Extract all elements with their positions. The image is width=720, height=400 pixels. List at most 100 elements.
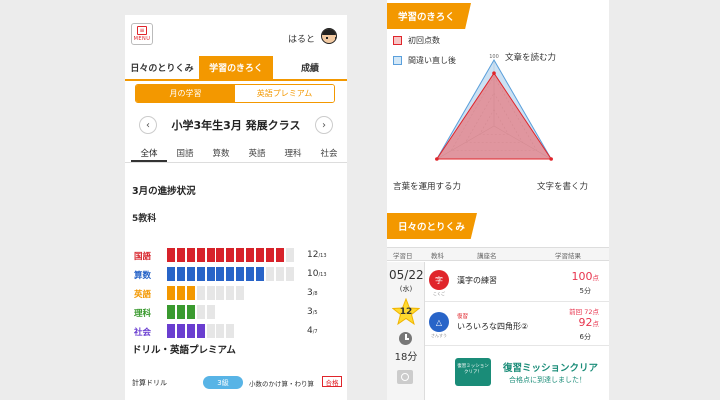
progress-bar: [167, 267, 296, 281]
progress-cell: [256, 267, 265, 281]
drill-title: ドリル・英語プレミアム: [132, 345, 236, 356]
progress-cell: [275, 267, 284, 281]
tab-daily[interactable]: 日々のとりくみ: [125, 56, 199, 79]
subject-tab-japanese[interactable]: 国語: [167, 143, 203, 162]
lesson-row[interactable]: 字 こくご 漢字の練習 100点 5分: [425, 262, 609, 302]
progress-cell: [256, 248, 265, 262]
class-name: 小学3年生3月 発展クラス: [171, 119, 301, 132]
study-date: 05/22 (水): [389, 268, 424, 294]
subtab-monthly[interactable]: 月の学習: [136, 85, 235, 102]
five-subjects-title: 5教科: [132, 214, 157, 224]
mission-subtitle: 合格点に到達しました！: [509, 376, 586, 384]
drill-label: 計算ドリル: [132, 379, 167, 387]
subject-tab-social[interactable]: 社会: [311, 143, 347, 162]
mission-clear-banner: 復習ミッション クリア！ 復習ミッションクリア 合格点に到達しました！: [455, 356, 609, 392]
menu-button[interactable]: ≡ MENU: [131, 23, 153, 45]
tab-record[interactable]: 学習のきろく: [199, 56, 273, 79]
progress-cell: [246, 267, 255, 281]
mission-title: 復習ミッションクリア: [503, 363, 599, 374]
radar-series-first-score: [435, 72, 553, 160]
clock-icon: [399, 332, 412, 345]
streak-count: 12: [399, 307, 413, 317]
record-section-title: 学習のきろく: [387, 3, 471, 29]
progress-cell: [176, 267, 185, 281]
subtab-english-premium[interactable]: 英語プレミアム: [235, 85, 334, 102]
subject-tab-math[interactable]: 算数: [203, 143, 239, 162]
axis-label-usage: 言葉を運用する力: [393, 182, 462, 192]
progress-cell: [167, 286, 175, 300]
progress-cell: [206, 324, 215, 338]
progress-cell: [226, 324, 235, 338]
next-month-button[interactable]: ›: [315, 116, 333, 134]
col-date: 学習日: [393, 252, 413, 260]
lesson-row[interactable]: △ さんすう 復習 いろいろな四角形② 前回 72点 92点 6分: [425, 302, 609, 346]
progress-cell: [216, 324, 225, 338]
radar-point: [549, 157, 553, 161]
learning-record-panel: ≡ MENU はると 日々のとりくみ 学習のきろく 成績 月の学習 英語プレミア…: [125, 15, 347, 400]
subject-tab-all[interactable]: 全体: [131, 143, 167, 162]
col-result: 学習結果: [555, 252, 581, 260]
subject-name: 算数: [134, 271, 152, 281]
progress-cell: [196, 248, 205, 262]
camera-icon[interactable]: [397, 370, 413, 384]
drill-row[interactable]: 計算ドリル 3級 小数のかけ算・わり算 合格: [132, 376, 347, 390]
radar-point: [435, 157, 439, 161]
progress-cell: [196, 267, 205, 281]
progress-cell: [206, 248, 215, 262]
progress-bar: [167, 248, 296, 262]
progress-title: 3月の進捗状況: [132, 186, 196, 197]
pass-badge: 合格: [322, 376, 342, 387]
study-date-dow: (水): [399, 285, 413, 293]
menu-icon: ≡: [137, 26, 147, 35]
subject-name: 理科: [134, 309, 152, 319]
progress-cell: [216, 248, 225, 262]
subject-tab-english[interactable]: 英語: [239, 143, 275, 162]
progress-count: 3/5: [307, 307, 318, 317]
radar-chart: 100: [435, 54, 553, 161]
progress-cell: [167, 267, 175, 281]
subject-name: 国語: [134, 252, 152, 262]
subject-name: 英語: [134, 290, 152, 300]
progress-cell: [186, 305, 195, 319]
progress-count: 4/7: [307, 326, 318, 336]
progress-cell: [196, 324, 205, 338]
lesson-score: 100点: [571, 270, 600, 283]
lesson-subject: さんすう: [431, 333, 447, 338]
previous-score: 前回 72点: [569, 308, 599, 316]
sub-tabs: 月の学習 英語プレミアム: [135, 84, 335, 103]
progress-cell: [206, 286, 215, 300]
progress-row: 理科 3/5: [125, 304, 347, 320]
progress-cell: [176, 286, 185, 300]
progress-count: 10/13: [307, 269, 327, 279]
progress-cell: [236, 286, 245, 300]
progress-cell: [176, 248, 185, 262]
tab-grades[interactable]: 成績: [273, 56, 347, 79]
progress-cell: [167, 324, 175, 338]
progress-cell: [236, 248, 245, 262]
progress-cell: [206, 305, 215, 319]
progress-cell: [196, 305, 205, 319]
detail-panel: 学習のきろく 初回点数 間違い直し後 100 文章を読む力 文字を書く力 言葉を…: [387, 0, 609, 400]
subject-tab-science[interactable]: 理科: [275, 143, 311, 162]
class-selector: ‹ 小学3年生3月 発展クラス ›: [125, 115, 347, 135]
lesson-score: 92点: [578, 316, 600, 329]
lesson-name: いろいろな四角形②: [457, 322, 529, 331]
app-header: ≡ MENU はると: [125, 15, 347, 53]
lesson-time: 6分: [579, 333, 591, 341]
progress-cell: [196, 286, 205, 300]
progress-cell: [226, 286, 235, 300]
progress-cell: [167, 248, 175, 262]
avatar[interactable]: [321, 28, 337, 44]
daily-section-title: 日々のとりくみ: [387, 213, 477, 239]
progress-cell: [167, 305, 175, 319]
lesson-name: 漢字の練習: [457, 276, 497, 285]
axis-label-reading: 文章を読む力: [505, 53, 557, 63]
daily-table-header: 学習日 教科 講座名 学習結果: [387, 247, 609, 261]
col-course: 講座名: [477, 252, 497, 260]
subject-name: 社会: [134, 328, 152, 338]
progress-row: 国語 12/13: [125, 247, 347, 263]
subject-tabs: 全体 国語 算数 英語 理科 社会: [125, 143, 347, 163]
progress-cell: [176, 305, 185, 319]
progress-cell: [226, 267, 235, 281]
progress-row: 算数 10/13: [125, 266, 347, 282]
